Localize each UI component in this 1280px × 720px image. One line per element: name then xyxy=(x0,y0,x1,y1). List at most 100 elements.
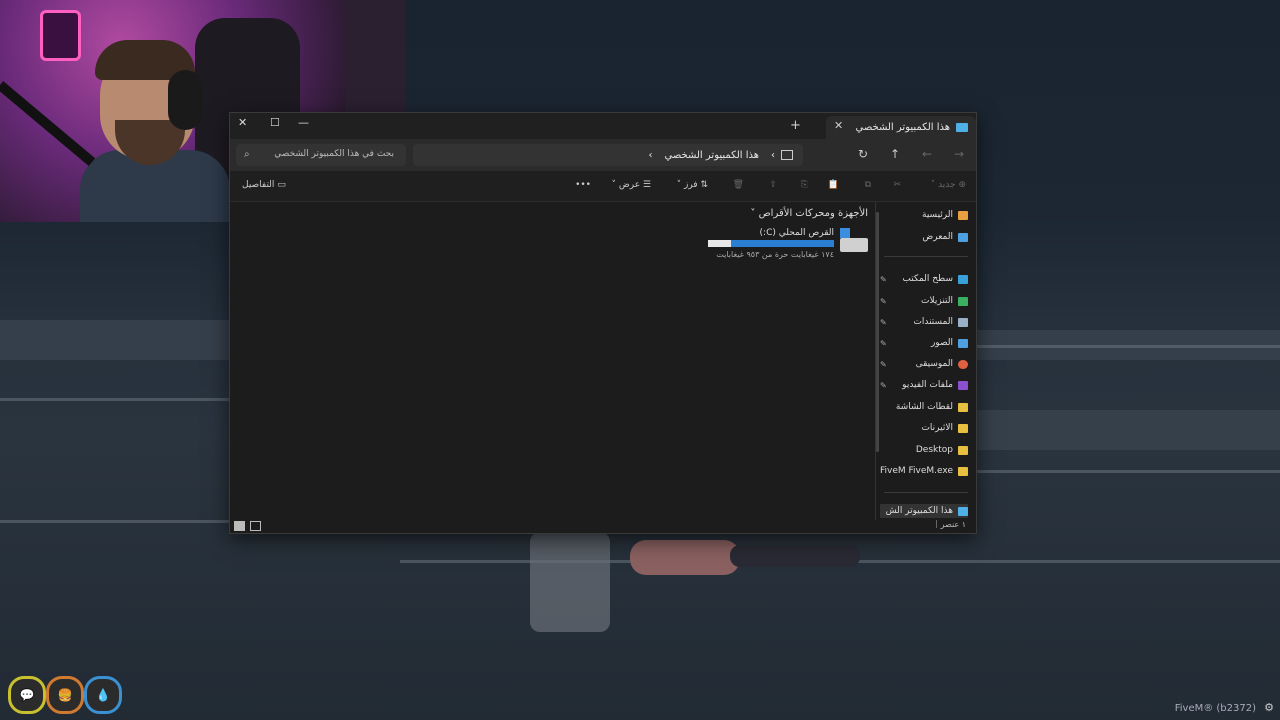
picture-icon xyxy=(958,338,968,348)
road-barrier xyxy=(975,410,1280,450)
refresh-icon[interactable]: ↻ xyxy=(858,147,868,161)
road-line xyxy=(975,345,1280,348)
video-icon xyxy=(958,380,968,390)
music-icon xyxy=(958,359,968,369)
share-icon[interactable]: ⇪ xyxy=(769,180,777,190)
road-line xyxy=(0,398,229,401)
pin-icon: ✎ xyxy=(880,380,887,390)
game-character xyxy=(620,530,860,600)
sidebar-item-pictures[interactable]: الصور ✎ xyxy=(880,338,968,348)
new-button[interactable]: ⊕ جديد ˅ xyxy=(931,180,966,190)
search-input[interactable]: بحث في هذا الكمبيوتر الشخصي ⌕ xyxy=(236,144,406,166)
drive-free-space: ١٧٤ غيغابايت حرة من ٩٥٣ غيغابايت xyxy=(716,250,834,259)
sidebar-scrollbar[interactable] xyxy=(876,212,879,452)
pin-icon: ✎ xyxy=(880,338,887,348)
pin-icon: ✎ xyxy=(880,296,887,306)
section-devices-drives[interactable]: الأجهزة ومحركات الأقراص ˅ xyxy=(750,208,868,219)
tab-close-icon[interactable]: ✕ xyxy=(834,119,843,132)
hard-drive-icon xyxy=(840,238,868,252)
address-bar: → ← ↑ ↻ › هذا الكمبيوتر الشخصي › بحث في … xyxy=(230,139,976,171)
monitor-icon xyxy=(781,150,793,160)
download-icon xyxy=(958,296,968,306)
path-chevron: › xyxy=(771,149,775,161)
sidebar-item-downloads[interactable]: التنزيلات ✎ xyxy=(880,296,968,306)
paste-icon[interactable]: 📋 xyxy=(828,180,839,190)
sidebar-item-desktop[interactable]: سطح المكتب ✎ xyxy=(880,274,968,284)
sidebar-item-gallery[interactable]: المعرض xyxy=(880,232,968,242)
sidebar-item-music[interactable]: الموسيقى ✎ xyxy=(880,359,968,369)
sidebar-divider xyxy=(884,256,968,257)
sidebar-item-fivem[interactable]: FiveM FiveM.exe xyxy=(880,466,968,476)
chat-icon: 💬 xyxy=(8,676,46,714)
road-barrier xyxy=(0,320,229,360)
minimize-button[interactable]: — xyxy=(298,116,309,129)
file-explorer-window[interactable]: هذا الكمبيوتر الشخصي ✕ + — ☐ ✕ → ← ↑ ↻ ›… xyxy=(229,112,977,534)
forward-arrow-icon[interactable]: ← xyxy=(922,147,932,161)
folder-icon xyxy=(958,402,968,412)
large-icons-view-icon[interactable] xyxy=(234,521,245,531)
drive-item-c[interactable]: القرص المحلي (C:) ١٧٤ غيغابايت حرة من ٩٥… xyxy=(694,228,874,268)
path-expand-chevron[interactable]: › xyxy=(649,150,653,161)
rename-icon[interactable]: ⎘ xyxy=(801,180,808,190)
burger-icon: 🍔 xyxy=(46,676,84,714)
sidebar-item-folder[interactable]: الاثيرنات xyxy=(880,423,968,433)
sidebar-item-screenshots[interactable]: لقطات الشاشة xyxy=(880,402,968,412)
back-arrow-icon[interactable]: → xyxy=(954,147,964,161)
maximize-button[interactable]: ☐ xyxy=(270,116,280,129)
more-options-button[interactable]: ••• xyxy=(575,180,591,190)
desktop-icon xyxy=(958,274,968,284)
new-tab-button[interactable]: + xyxy=(790,118,801,133)
sort-button[interactable]: ⇅ فرز ˅ xyxy=(677,180,708,190)
up-arrow-icon[interactable]: ↑ xyxy=(890,147,900,161)
details-pane-icon: ▭ xyxy=(277,180,286,190)
sidebar-item-documents[interactable]: المستندات ✎ xyxy=(880,317,968,327)
sidebar-item-desktop-folder[interactable]: Desktop xyxy=(880,445,968,455)
water-drop-icon: 💧 xyxy=(84,676,122,714)
home-icon xyxy=(958,210,968,220)
tab-this-pc[interactable]: هذا الكمبيوتر الشخصي ✕ xyxy=(826,116,976,139)
road-line xyxy=(0,520,229,523)
microphone-arm xyxy=(0,81,96,166)
file-list-area[interactable]: الأجهزة ومحركات الأقراص ˅ القرص المحلي (… xyxy=(230,202,874,520)
copy-icon[interactable]: ⧉ xyxy=(865,180,871,190)
status-divider: | xyxy=(935,519,938,528)
road-line xyxy=(975,470,1280,473)
command-bar: ⊕ جديد ˅ ✂ ⧉ 📋 ⎘ ⇪ 🗑 ⇅ فرز ˅ ☰ عرض ˅ •••… xyxy=(230,171,976,202)
path-box[interactable]: › هذا الكمبيوتر الشخصي › xyxy=(413,144,803,166)
title-bar[interactable]: هذا الكمبيوتر الشخصي ✕ + — ☐ ✕ xyxy=(230,113,976,139)
drive-usage-bar xyxy=(708,240,834,247)
computer-icon xyxy=(958,506,968,516)
document-icon xyxy=(958,317,968,327)
details-button[interactable]: ▭ التفاصيل xyxy=(242,180,286,190)
tab-title: هذا الكمبيوتر الشخصي xyxy=(855,122,951,133)
folder-icon xyxy=(958,423,968,433)
chevron-down-icon: ˅ xyxy=(750,208,756,219)
navigation-pane: الرئيسية المعرض سطح المكتب ✎ التنزيلات ✎… xyxy=(875,202,976,520)
status-bar: ١ عنصر | xyxy=(230,519,976,533)
path-segment-this-pc[interactable]: هذا الكمبيوتر الشخصي xyxy=(665,150,760,161)
folder-icon xyxy=(958,466,968,476)
delete-icon[interactable]: 🗑 xyxy=(733,180,744,190)
item-count: ١ عنصر xyxy=(940,520,966,529)
sidebar-item-videos[interactable]: ملفات الفيديو ✎ xyxy=(880,380,968,390)
pin-icon: ✎ xyxy=(880,317,887,327)
sidebar-item-home[interactable]: الرئيسية xyxy=(880,210,968,220)
folder-icon xyxy=(958,445,968,455)
sidebar-divider xyxy=(884,492,968,493)
fivem-watermark: FiveM® (b2372) xyxy=(1174,703,1256,714)
sidebar-item-this-pc[interactable]: هذا الكمبيوتر الش xyxy=(880,504,968,518)
view-button[interactable]: ☰ عرض ˅ xyxy=(611,180,651,190)
headphone-icon xyxy=(168,70,203,130)
pin-icon: ✎ xyxy=(880,274,887,284)
drive-name: القرص المحلي (C:) xyxy=(759,228,834,238)
search-icon: ⌕ xyxy=(244,149,250,160)
game-npc xyxy=(530,532,610,632)
close-button[interactable]: ✕ xyxy=(238,116,247,129)
computer-icon xyxy=(956,123,968,132)
cut-icon[interactable]: ✂ xyxy=(893,180,901,190)
details-view-icon[interactable] xyxy=(250,521,261,531)
gallery-icon xyxy=(958,232,968,242)
pin-icon: ✎ xyxy=(880,359,887,369)
settings-icon: ⚙ xyxy=(1264,701,1274,714)
neon-sign xyxy=(40,10,81,61)
